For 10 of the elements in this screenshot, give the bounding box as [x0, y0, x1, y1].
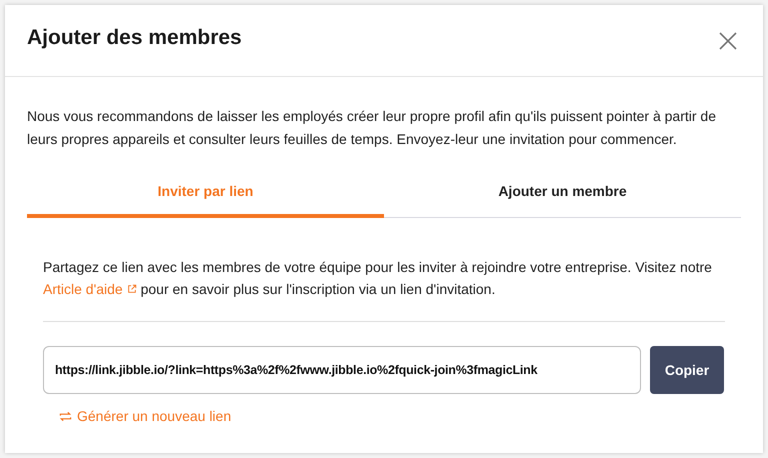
- share-text: Partagez ce lien avec les membres de votre équipe pour les inviter à rejoindre votre entreprise. Visitez notre Article d'aide pour en savoir plus sur l'inscription via un lien d'invitation.: [43, 256, 725, 300]
- intro-text: Nous vous recommandons de laisser les employés créer leur propre profil afin qu'ils puissent pointer à partir de leurs propres appareils et consulter leurs feuilles de temps. Envoyez-leur une invitation pour commencer.: [27, 107, 718, 149]
- refresh-icon: [59, 410, 72, 423]
- dialog-title: Ajouter des membres: [27, 24, 242, 51]
- link-value: https://link.jibble.io/?link=https%3a%2f%2fwww.jibble.io%2fquick-join%3fmagicLink: [55, 362, 538, 379]
- link-field[interactable]: https://link.jibble.io/?link=https%3a%2f%2fwww.jibble.io%2fquick-join%3fmagicLink: [43, 346, 641, 394]
- close-icon[interactable]: [717, 30, 739, 52]
- external-link-icon: [126, 284, 137, 294]
- copy-button[interactable]: Copier: [650, 346, 724, 394]
- tab[interactable]: Ajouter un membre: [384, 173, 741, 218]
